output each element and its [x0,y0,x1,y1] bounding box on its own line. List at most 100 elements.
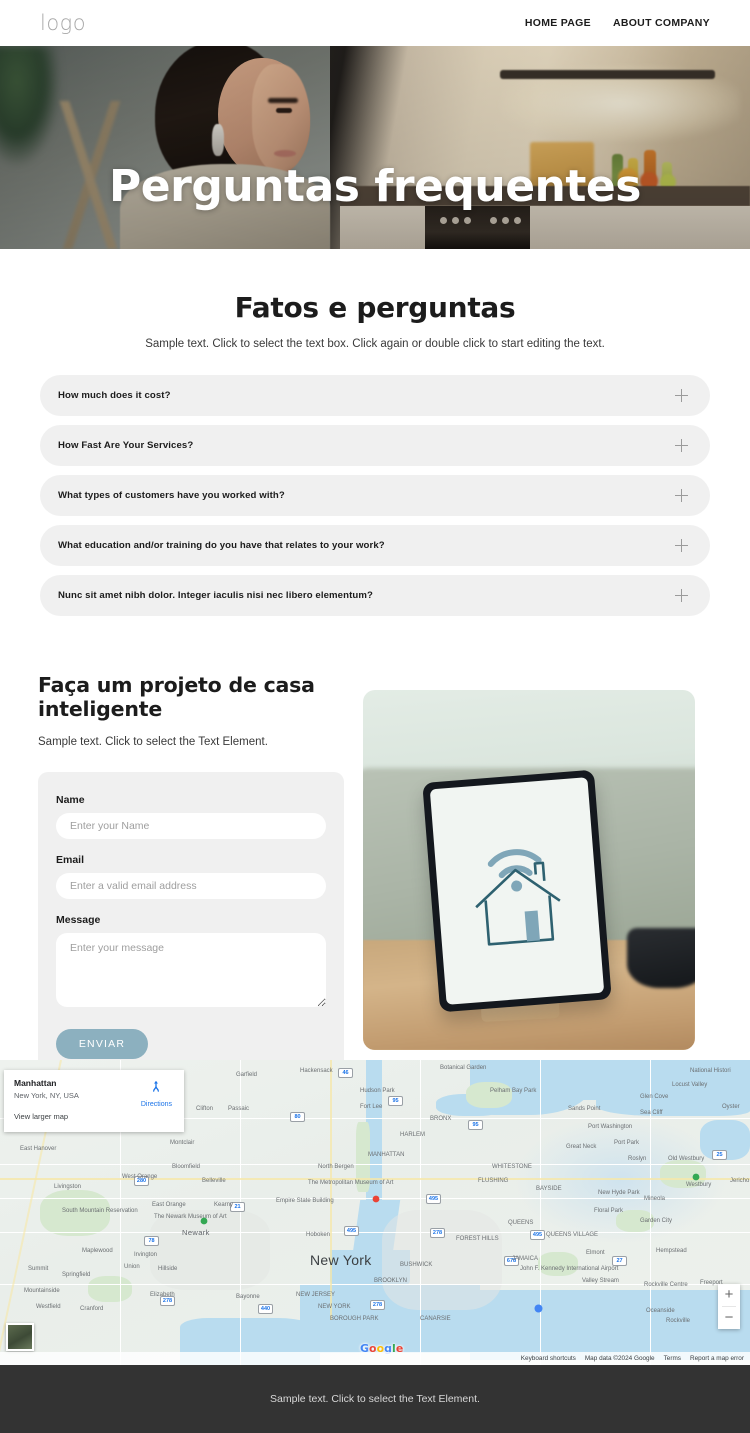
map-label: JAMAICA [512,1256,539,1262]
map-label: CANARSIE [420,1316,451,1322]
zoom-in-button[interactable]: + [718,1284,740,1306]
contact-section: Faça um projeto de casa inteligente Samp… [0,660,750,1084]
smart-home-wifi-icon [475,849,561,946]
faq-question: How much does it cost? [58,390,171,401]
map-label: Mountainside [24,1288,60,1294]
map-label: Bayonne [236,1294,260,1300]
map-label: Hillside [158,1266,178,1272]
plus-icon[interactable] [675,539,688,552]
map-label: Rockville Centre [644,1282,688,1288]
map-label: Old Westbury [668,1156,705,1162]
map-label: Mineola [644,1196,666,1202]
map-label: Hudson Park [360,1088,395,1094]
map-label: East Hanover [20,1146,57,1152]
map-label: Westbury [686,1182,712,1188]
site-header: logo HOME PAGE ABOUT COMPANY [0,0,750,46]
highway-shield: 278 [430,1228,445,1238]
highway-shield: 46 [338,1068,353,1078]
faq-item[interactable]: What types of customers have you worked … [40,475,710,516]
map-label: Bloomfield [172,1164,201,1170]
map-label: FLUSHING [478,1178,509,1184]
map-label: The Newark Museum of Art [154,1214,227,1220]
highway-shield: 495 [426,1194,441,1204]
view-larger-map-link[interactable]: View larger map [14,1112,68,1121]
smart-home-photo [363,690,695,1050]
map-label: Fort Lee [360,1104,383,1110]
keyboard-shortcuts-link[interactable]: Keyboard shortcuts [521,1355,576,1362]
submit-button[interactable]: ENVIAR [56,1029,148,1060]
email-label: Email [56,854,85,867]
terms-link[interactable]: Terms [664,1355,681,1362]
contact-left-column: Faça um projeto de casa inteligente Samp… [38,673,344,1084]
map-label: FOREST HILLS [456,1236,499,1242]
faq-item[interactable]: What education and/or training do you ha… [40,525,710,566]
map-label: North Bergen [318,1164,354,1170]
report-error-link[interactable]: Report a map error [690,1355,744,1362]
contact-heading: Faça um projeto de casa inteligente [38,673,315,722]
map-label: National Histori [690,1068,731,1074]
zoom-out-button[interactable]: − [718,1307,740,1329]
map-label: Great Neck [566,1144,597,1150]
plus-icon[interactable] [675,439,688,452]
map-label: Valley Stream [582,1278,619,1284]
map-label: Pelham Bay Park [490,1088,537,1094]
plus-icon[interactable] [675,589,688,602]
faq-item[interactable]: How Fast Are Your Services? [40,425,710,466]
nav-item-about-company[interactable]: ABOUT COMPANY [613,17,710,29]
map-label: HARLEM [400,1132,426,1138]
plus-icon[interactable] [675,389,688,402]
faq-question: What education and/or training do you ha… [58,540,385,551]
map-label: Sands Point [568,1106,601,1112]
poi-marker [372,1190,380,1203]
map-label: Garden City [640,1218,673,1224]
map-label: Clifton [196,1106,214,1112]
nav-item-home-page[interactable]: HOME PAGE [525,17,591,29]
site-footer: Sample text. Click to select the Text El… [0,1365,750,1433]
map-attribution-bar: Keyboard shortcuts Map data ©2024 Google… [0,1352,750,1365]
map-label: Botanical Garden [440,1065,487,1071]
map-label: Passaic [228,1106,250,1112]
main-nav: HOME PAGE ABOUT COMPANY [525,17,710,29]
highway-shield: 495 [530,1230,545,1240]
faq-question: Nunc sit amet nibh dolor. Integer iaculi… [58,590,373,601]
map-label: Hoboken [306,1232,331,1238]
plus-icon[interactable] [675,489,688,502]
faq-subtitle: Sample text. Click to select the text bo… [145,338,605,350]
map-label: QUEENS VILLAGE [546,1232,599,1238]
faq-section: Fatos e perguntas Sample text. Click to … [0,249,750,616]
highway-shield: 440 [258,1304,273,1314]
poi-marker [534,1300,543,1313]
map-label: Elmont [586,1250,605,1256]
map-label: Floral Park [594,1208,624,1214]
map-label: Oyster [722,1104,740,1110]
name-input[interactable] [56,813,326,840]
map-zoom-controls: + − [718,1284,740,1329]
map-label: BOROUGH PARK [330,1316,379,1322]
faq-item[interactable]: How much does it cost? [40,375,710,416]
map-label: The Metropolitan Museum of Art [308,1180,394,1186]
map-label: South Mountain Reservation [62,1208,138,1214]
map-label: Empire State Building [276,1198,334,1204]
poi-marker [200,1212,208,1225]
faq-item[interactable]: Nunc sit amet nibh dolor. Integer iaculi… [40,575,710,616]
directions-button[interactable]: Directions [141,1080,172,1108]
map-label: BAYSIDE [536,1186,562,1192]
map-label: John F. Kennedy International Airport [520,1266,619,1272]
message-label: Message [56,914,101,927]
map-label: Roslyn [628,1156,647,1162]
map-label: Newark [182,1228,210,1237]
name-label: Name [56,794,85,807]
map-label: Montclair [170,1140,195,1146]
message-textarea[interactable] [56,933,326,1008]
email-input[interactable] [56,873,326,900]
highway-shield: 78 [144,1236,159,1246]
highway-shield: 95 [468,1120,483,1130]
map-label: Sea Cliff [640,1110,663,1116]
street-view-thumbnail[interactable] [6,1323,34,1351]
directions-icon [153,1081,160,1092]
map-label: Springfield [62,1272,91,1278]
map-embed[interactable]: 46 95 80 95 25 280 495 21 78 495 278 495… [0,1060,750,1365]
map-info-card[interactable]: Manhattan New York, NY, USA View larger … [4,1070,184,1132]
site-logo[interactable]: logo [40,11,86,35]
contact-form: Name Email Message ENVIAR [38,772,344,1084]
